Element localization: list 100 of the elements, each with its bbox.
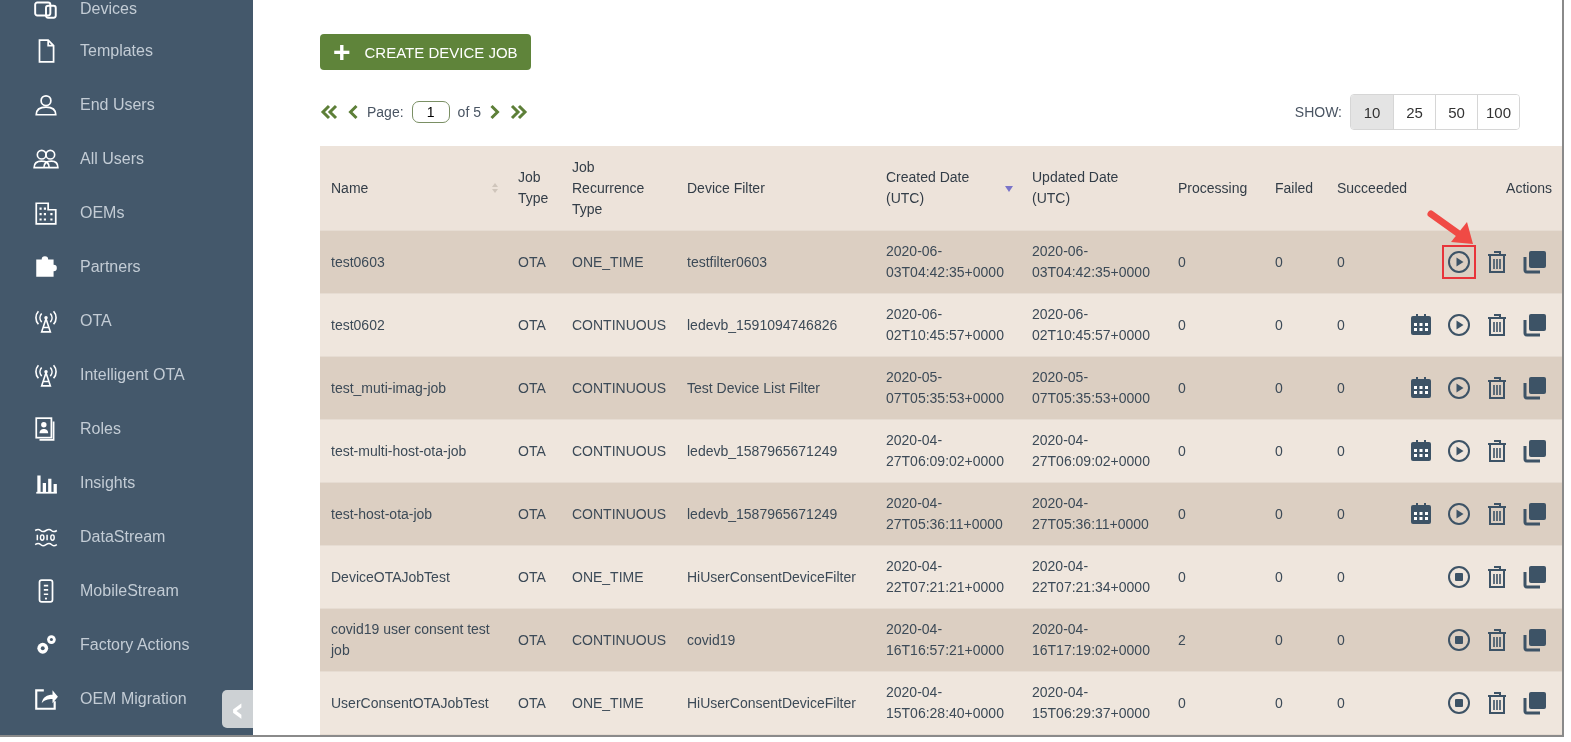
nav-item[interactable]: MobileStream (0, 564, 187, 618)
play-icon[interactable] (1447, 439, 1471, 463)
nav-item[interactable]: Partners (0, 240, 149, 294)
table-cell-text: covid19 user consent test job (331, 620, 491, 660)
nav-item[interactable]: DataStream (0, 510, 174, 564)
calendar-icon[interactable] (1409, 313, 1433, 337)
column-header[interactable]: Succeeded (1337, 177, 1408, 199)
calendar-icon[interactable] (1409, 376, 1433, 400)
previous-page-icon[interactable] (348, 104, 359, 120)
copy-icon[interactable] (1523, 313, 1547, 337)
delete-icon[interactable] (1485, 313, 1509, 337)
page-size-option[interactable]: 10 (1351, 95, 1393, 129)
table-cell-text: OTA (518, 378, 546, 398)
table-cell-text: 0 (1337, 378, 1345, 398)
table-cell-text: 0 (1275, 693, 1283, 713)
next-page-icon[interactable] (488, 104, 500, 120)
table-row[interactable]: DeviceOTAJobTest OTA ONE_TIME HiUserConsentDeviceFilter 2020-04-22T07:21:21+0000 2020-04-22T07:21:34+0000 0 0 0 (320, 546, 1562, 609)
table-cell-text: 0 (1275, 315, 1283, 335)
nav-item[interactable]: OTA (0, 294, 120, 348)
nav-item[interactable]: Insights (0, 456, 144, 510)
copy-icon[interactable] (1523, 439, 1547, 463)
table-cell-text: 2020-04-22T07:21:34+0000 (1032, 557, 1150, 597)
table-cell-text: 0 (1178, 504, 1186, 524)
table-row[interactable]: test0603 OTA ONE_TIME testfilter0603 2020-06-03T04:42:35+0000 2020-06-03T04:42:35+0000 0 0 0 (320, 231, 1562, 294)
delete-icon[interactable] (1485, 628, 1509, 652)
table-cell-text: 0 (1275, 504, 1283, 524)
delete-icon[interactable] (1485, 250, 1509, 274)
table-cell-text: CONTINUOUS (572, 315, 667, 335)
table-cell-text: 0 (1178, 441, 1186, 461)
table-cell-text: OTA (518, 693, 546, 713)
stop-icon[interactable] (1447, 565, 1471, 589)
antenna-icon (33, 308, 59, 334)
delete-icon[interactable] (1485, 439, 1509, 463)
first-page-icon[interactable] (320, 104, 340, 120)
page-number-field[interactable]: 1 (411, 101, 450, 123)
table-cell-text: 0 (1275, 567, 1283, 587)
copy-icon[interactable] (1523, 691, 1547, 715)
table-cell-text: HiUserConsentDeviceFilter (687, 567, 856, 587)
table-cell-text: ledevb_1591094746826 (687, 315, 838, 335)
user-icon (33, 92, 59, 118)
table-row[interactable]: test-multi-host-ota-job OTA CONTINUOUS ledevb_1587965671249 2020-04-27T06:09:02+0000 2020-04-27T06:09:02+0000 0 0 0 (320, 420, 1562, 483)
table-cell-text: 0 (1275, 630, 1283, 650)
table-cell-text: 0 (1275, 441, 1283, 461)
table-cell-text: ONE_TIME (572, 567, 644, 587)
page-size-option[interactable]: 100 (1477, 95, 1519, 129)
column-header[interactable]: Created Date (UTC) (886, 167, 1001, 209)
nav-item[interactable]: Factory Actions (0, 618, 198, 672)
column-header[interactable]: Device Filter (687, 177, 765, 199)
copy-icon[interactable] (1523, 376, 1547, 400)
table-cell-text: 0 (1178, 315, 1186, 335)
page-total: of 5 (457, 104, 481, 120)
copy-icon[interactable] (1523, 565, 1547, 589)
copy-icon[interactable] (1523, 628, 1547, 652)
column-header[interactable]: Job Recurrence Type (572, 156, 668, 220)
nav-item[interactable]: Intelligent OTA (0, 348, 193, 402)
table-cell-text: CONTINUOUS (572, 378, 667, 398)
copy-icon[interactable] (1523, 250, 1547, 274)
table-row[interactable]: test-host-ota-job OTA CONTINUOUS ledevb_1587965671249 2020-04-27T05:36:11+0000 2020-04-27T05:36:11+0000 0 0 0 (320, 483, 1562, 546)
nav-item[interactable]: End Users (0, 78, 163, 132)
calendar-icon[interactable] (1409, 439, 1433, 463)
table-cell-text: 2 (1178, 630, 1186, 650)
delete-icon[interactable] (1485, 565, 1509, 589)
play-icon[interactable] (1447, 313, 1471, 337)
table-cell-text: 2020-04-27T05:36:11+0000 (1032, 494, 1149, 534)
delete-icon[interactable] (1485, 376, 1509, 400)
stop-icon[interactable] (1447, 691, 1471, 715)
nav-item[interactable]: All Users (0, 132, 152, 186)
nav-item[interactable]: OEM Migration (0, 672, 195, 726)
column-header[interactable]: Failed (1275, 177, 1314, 199)
column-header[interactable]: Processing (1178, 177, 1248, 199)
play-icon[interactable] (1447, 502, 1471, 526)
table-row[interactable]: test0602 OTA CONTINUOUS ledevb_1591094746826 2020-06-02T10:45:57+0000 2020-06-02T10:45:57+0000 0 0 0 (320, 294, 1562, 357)
table-cell-text: Test Device List Filter (687, 378, 821, 398)
table-cell-text: 0 (1178, 567, 1186, 587)
table-cell-text: 2020-04-27T06:09:02+0000 (886, 431, 1004, 471)
column-header[interactable]: Job Type (518, 167, 553, 209)
calendar-icon[interactable] (1409, 502, 1433, 526)
table-row[interactable]: UserConsentOTAJobTest OTA ONE_TIME HiUserConsentDeviceFilter 2020-04-15T06:28:40+0000 2020-04-15T06:29:37+0000 0 0 0 (320, 672, 1562, 735)
play-icon[interactable] (1447, 376, 1471, 400)
table-cell-text: 0 (1337, 441, 1345, 461)
column-header[interactable]: Name (331, 177, 369, 199)
copy-icon[interactable] (1523, 502, 1547, 526)
nav-item[interactable]: Devices (0, 0, 145, 24)
nav-item[interactable]: OEMs (0, 186, 133, 240)
table-cell-text: 2020-05-07T05:35:53+0000 (1032, 368, 1150, 408)
create-device-job-button[interactable]: + CREATE DEVICE JOB (320, 34, 531, 70)
table-row[interactable]: test_muti-imag-job OTA CONTINUOUS Test Device List Filter 2020-05-07T05:35:53+0000 2020-05-07T05:35:53+0000 0 0 0 (320, 357, 1562, 420)
delete-icon[interactable] (1485, 502, 1509, 526)
delete-icon[interactable] (1485, 691, 1509, 715)
table-cell-text: HiUserConsentDeviceFilter (687, 693, 856, 713)
table-cell-text: 0 (1178, 378, 1186, 398)
nav-item[interactable]: Templates (0, 24, 161, 78)
table-cell-text: OTA (518, 252, 546, 272)
table-row[interactable]: covid19 user consent test job OTA CONTINUOUS covid19 2020-04-16T16:57:21+0000 2020-04-16T17:19:02+0000 2 0 0 (320, 609, 1562, 672)
column-header[interactable]: Updated Date (UTC) (1032, 167, 1159, 209)
stop-icon[interactable] (1447, 628, 1471, 652)
column-header[interactable]: Actions (1506, 177, 1552, 199)
table-cell-text: 0 (1337, 504, 1345, 524)
nav-item[interactable]: Roles (0, 402, 129, 456)
table-cell-text: UserConsentOTAJobTest (331, 693, 489, 713)
